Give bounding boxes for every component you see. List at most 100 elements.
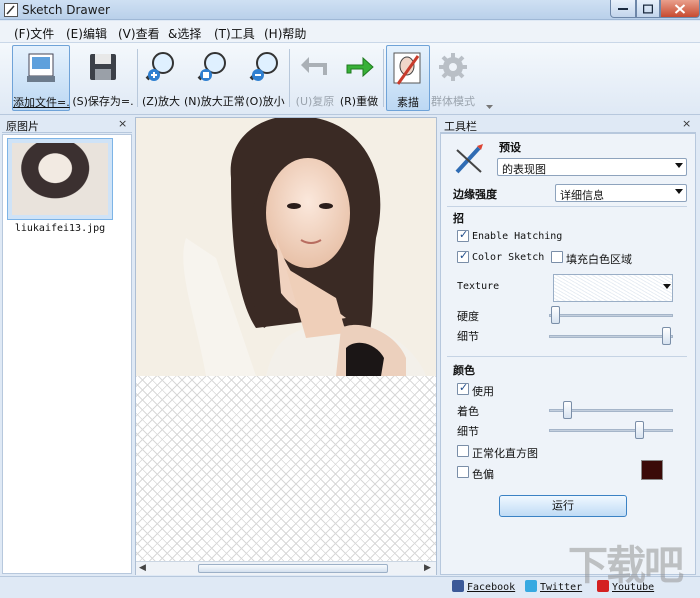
watermark-logo: 下载吧 [568, 543, 684, 589]
zoom-in-button[interactable]: (Z)放大 [140, 45, 182, 111]
preset-label: 预设 [499, 141, 521, 154]
zoom-normal-icon [197, 52, 226, 81]
color-sketch-checkbox[interactable] [457, 249, 469, 263]
detail-slider[interactable] [549, 335, 673, 338]
batch-mode-label: 群体模式 [431, 95, 475, 108]
hardness-slider-thumb[interactable] [551, 306, 561, 324]
divider [447, 356, 687, 357]
menu-select[interactable]: &选择 [168, 25, 201, 42]
twitter-icon [525, 580, 537, 592]
zoom-in-icon [145, 52, 174, 81]
canvas-view[interactable]: ◀ ▶ [135, 117, 437, 575]
sketch-icon [393, 52, 421, 85]
undo-label: (U)复原 [295, 95, 335, 108]
fill-white-label: 填充白色区域 [566, 253, 632, 266]
scroll-right-icon[interactable]: ▶ [424, 563, 431, 573]
menu-help[interactable]: (H)帮助 [264, 25, 306, 42]
color-cast-checkbox[interactable] [457, 466, 469, 478]
app-icon [4, 3, 18, 17]
color-sketch-label: Color Sketch [472, 252, 545, 263]
color-detail-slider-thumb[interactable] [635, 421, 645, 439]
undo-button[interactable]: (U)复原 [294, 45, 336, 111]
facebook-icon [452, 580, 464, 592]
zoom-out-label: (O)放小 [245, 95, 285, 108]
toolbar: 添加文件=. (S)保存为=. (Z)放大 (N)放大正常 (O)放小 (U)复… [0, 43, 700, 115]
preset-dropdown[interactable]: 的表现图 [497, 158, 687, 176]
save-as-button[interactable]: (S)保存为=. [72, 45, 134, 111]
left-panel-close-icon[interactable]: × [118, 117, 127, 130]
color-detail-slider[interactable] [549, 429, 673, 432]
color-section-title: 颜色 [453, 364, 475, 377]
thumbnail-image [12, 143, 108, 215]
gear-icon [439, 53, 467, 81]
edge-strength-value: 详细信息 [560, 189, 604, 202]
save-as-label: (S)保存为=. [72, 95, 134, 108]
edge-strength-label: 边缘强度 [453, 188, 497, 201]
divider [447, 206, 687, 207]
normalize-histogram-label: 正常化直方图 [472, 447, 538, 460]
menu-bar: (F)文件 (E)编辑 (V)查看 &选择 (T)工具 (H)帮助 [0, 21, 700, 43]
redo-button[interactable]: (R)重做 [338, 45, 380, 111]
color-cast-label: 色偏 [472, 468, 494, 481]
add-file-label: 添加文件=. [13, 96, 70, 109]
window-title: Sketch Drawer [22, 3, 110, 17]
tint-label: 着色 [457, 405, 479, 418]
zoom-normal-button[interactable]: (N)放大正常 [184, 45, 245, 111]
batch-mode-button[interactable]: 群体模式 [430, 45, 476, 111]
left-panel-header: 原图片 × [2, 117, 132, 133]
use-color-checkbox[interactable] [457, 381, 469, 395]
preset-value: 的表现图 [502, 163, 546, 176]
scrollbar-thumb[interactable] [198, 564, 388, 573]
menu-file[interactable]: (F)文件 [14, 25, 54, 42]
undo-icon [301, 57, 327, 75]
toolbar-overflow-icon[interactable] [486, 105, 493, 110]
brush-icon [455, 144, 483, 174]
enable-hatching-checkbox[interactable] [457, 228, 469, 242]
color-detail-label: 细节 [457, 425, 479, 438]
chevron-down-icon [675, 163, 683, 168]
minimize-button[interactable] [610, 0, 636, 18]
zoom-normal-label: (N)放大正常 [184, 95, 245, 108]
file-name: liukaifei13.jpg [14, 223, 106, 234]
menu-view[interactable]: (V)查看 [118, 25, 160, 42]
fill-white-checkbox[interactable] [551, 251, 563, 263]
facebook-link[interactable]: Facebook [452, 580, 515, 593]
edge-strength-dropdown[interactable]: 详细信息 [555, 184, 687, 202]
photo-image [136, 118, 436, 376]
chevron-down-icon [675, 189, 683, 194]
horizontal-scrollbar[interactable]: ◀ ▶ [136, 561, 436, 575]
color-swatch[interactable] [641, 460, 663, 480]
use-color-label: 使用 [472, 385, 494, 398]
redo-icon [346, 56, 374, 78]
normalize-histogram-checkbox[interactable] [457, 445, 469, 457]
texture-dropdown[interactable] [553, 274, 673, 302]
detail-label: 细节 [457, 330, 479, 343]
portrait-illustration [136, 118, 436, 376]
maximize-button[interactable] [636, 0, 660, 18]
tool-panel: 预设 的表现图 边缘强度 详细信息 招 Enable Hatching Colo… [440, 133, 696, 575]
file-thumbnail[interactable] [7, 138, 113, 220]
add-file-icon [27, 53, 55, 82]
right-panel-title: 工具栏 [444, 120, 477, 133]
stroke-section-title: 招 [453, 212, 464, 225]
transparent-area [136, 376, 436, 561]
menu-tools[interactable]: (T)工具 [214, 25, 255, 42]
zoom-out-button[interactable]: (O)放小 [244, 45, 286, 111]
save-icon [90, 54, 116, 80]
sketch-button[interactable]: 素描 [386, 45, 430, 111]
zoom-out-icon [249, 52, 278, 81]
scroll-left-icon[interactable]: ◀ [139, 563, 146, 573]
hardness-label: 硬度 [457, 310, 479, 323]
hardness-slider[interactable] [549, 314, 673, 317]
tint-slider-thumb[interactable] [562, 401, 572, 419]
add-file-button[interactable]: 添加文件=. [12, 45, 70, 111]
file-list-panel: liukaifei13.jpg [2, 134, 132, 574]
close-button[interactable] [660, 0, 700, 18]
right-panel-close-icon[interactable]: × [682, 117, 691, 130]
close-icon [674, 3, 686, 14]
menu-edit[interactable]: (E)编辑 [66, 25, 107, 42]
right-panel-header: 工具栏 × [440, 117, 696, 133]
enable-hatching-label: Enable Hatching [472, 231, 563, 242]
detail-slider-thumb[interactable] [661, 327, 671, 345]
run-button[interactable]: 运行 [499, 495, 627, 517]
